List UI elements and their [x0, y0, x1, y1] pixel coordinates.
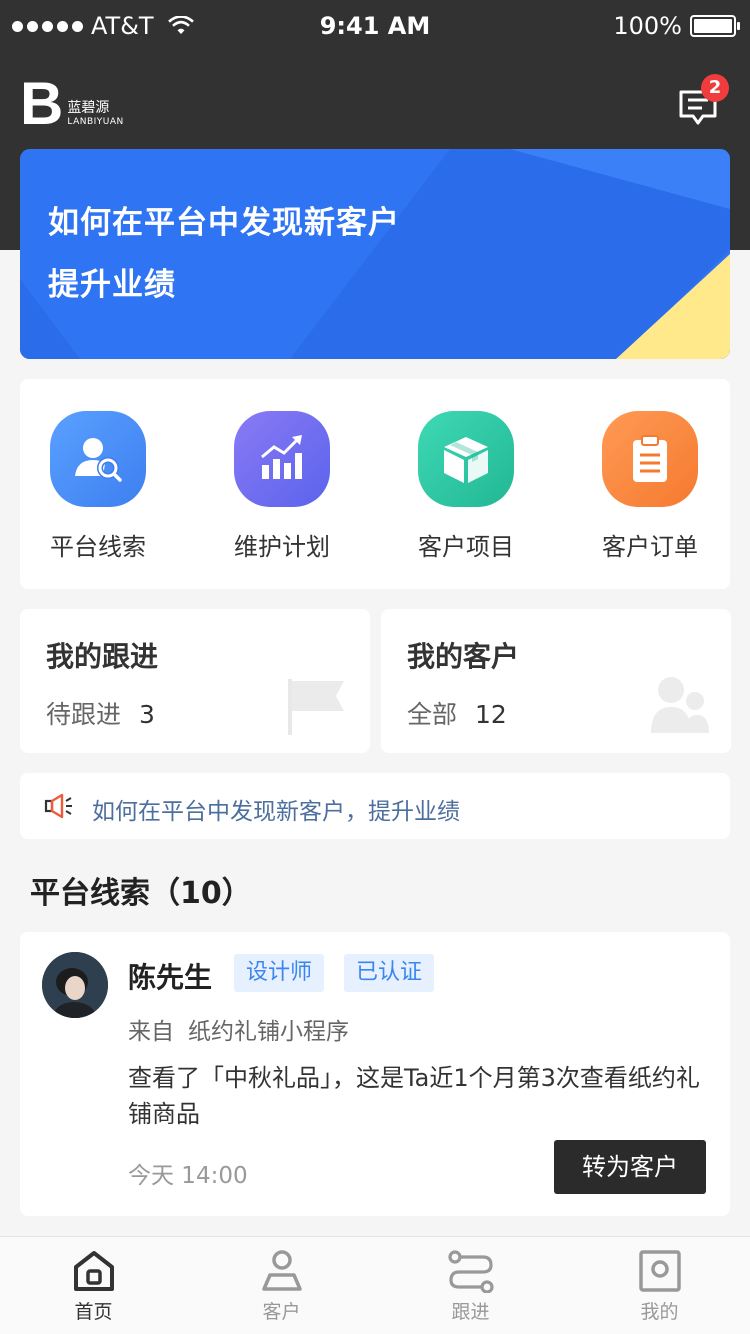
quick-label: 客户项目 — [418, 533, 514, 561]
quick-item-maintenance-plan[interactable]: 维护计划 — [202, 411, 362, 562]
tag-verified: 已认证 — [344, 954, 435, 992]
customers-all-count: 12 — [475, 700, 507, 729]
logo-letter: B — [20, 70, 64, 137]
tab-label: 客户 — [262, 1301, 301, 1323]
section-title-leads: 平台线索（10） — [30, 876, 252, 911]
quick-label: 平台线索 — [50, 533, 146, 561]
tab-bar: 首页 客户 跟进 我的 — [0, 1236, 750, 1334]
home-icon — [73, 1251, 114, 1291]
tab-customers[interactable]: 客户 — [188, 1237, 375, 1334]
lead-time: 今天 14:00 — [128, 1163, 248, 1189]
clipboard-icon — [602, 411, 698, 507]
convert-to-customer-button[interactable]: 转为客户 — [554, 1140, 706, 1194]
my-follow-card[interactable]: 我的跟进 待跟进 3 — [20, 609, 370, 753]
quick-menu: 平台线索 维护计划 客户项目 客户订单 — [20, 379, 730, 589]
lead-source: 来自 纸约礼铺小程序 — [128, 1012, 349, 1046]
box-icon — [418, 411, 514, 507]
quick-label: 客户订单 — [602, 533, 698, 561]
tab-label: 跟进 — [451, 1301, 490, 1323]
tab-follow[interactable]: 跟进 — [377, 1237, 564, 1334]
notice-bar[interactable]: 如何在平台中发现新客户，提升业绩 — [20, 773, 730, 839]
avatar — [42, 952, 108, 1018]
lead-description: 查看了「中秋礼品」，这是Ta近1个月第3次查看纸约礼铺商品 — [128, 1064, 700, 1128]
quick-item-platform-leads[interactable]: 平台线索 — [18, 411, 178, 562]
tab-profile[interactable]: 我的 — [566, 1237, 750, 1334]
promo-banner[interactable]: 如何在平台中发现新客户 提升业绩 — [20, 149, 730, 359]
follow-pending-count: 3 — [139, 700, 155, 729]
lead-source-name: 纸约礼铺小程序 — [188, 1019, 349, 1045]
tab-label: 我的 — [640, 1301, 679, 1323]
brand-logo: B 蓝碧源 LANBIYUAN — [20, 70, 124, 137]
notice-text: 如何在平台中发现新客户，提升业绩 — [92, 799, 460, 825]
banner-title-line2: 提升业绩 — [48, 267, 176, 303]
my-customers-card[interactable]: 我的客户 全部 12 — [381, 609, 731, 753]
tab-home[interactable]: 首页 — [0, 1237, 187, 1334]
lead-card[interactable]: 陈先生 设计师 已认证 来自 纸约礼铺小程序 查看了「中秋礼品」，这是Ta近1个月… — [20, 932, 730, 1216]
status-bar: AT&T 9:41 AM 100% — [0, 0, 750, 52]
quick-label: 维护计划 — [234, 533, 330, 561]
battery-percent: 100% — [613, 12, 682, 40]
customer-icon — [261, 1250, 302, 1291]
tab-label: 首页 — [74, 1301, 113, 1323]
status-right: 100% — [613, 12, 740, 40]
message-badge: 2 — [701, 74, 729, 102]
banner-title-line1: 如何在平台中发现新客户 — [48, 205, 400, 241]
speaker-icon — [44, 793, 72, 819]
battery-icon — [690, 15, 740, 37]
customers-all-label: 全部 — [407, 700, 458, 729]
customers-card-sub: 全部 12 — [407, 695, 507, 731]
follow-card-sub: 待跟进 3 — [46, 695, 155, 731]
customers-card-title: 我的客户 — [407, 640, 520, 673]
profile-icon — [638, 1250, 681, 1292]
lead-name: 陈先生 — [128, 961, 213, 994]
banner-background — [20, 149, 730, 359]
tag-designer: 设计师 — [234, 954, 325, 992]
group-icon — [651, 677, 709, 733]
quick-item-customer-projects[interactable]: 客户项目 — [386, 411, 546, 562]
logo-en: LANBIYUAN — [67, 117, 124, 127]
logo-text: 蓝碧源 LANBIYUAN — [67, 100, 123, 128]
flag-icon — [288, 679, 344, 735]
quick-item-customer-orders[interactable]: 客户订单 — [570, 411, 730, 562]
lead-source-prefix: 来自 — [128, 1019, 174, 1045]
logo-cn: 蓝碧源 — [67, 100, 110, 116]
chart-up-icon — [234, 411, 330, 507]
follow-path-icon — [447, 1250, 494, 1293]
user-search-icon — [50, 411, 146, 507]
follow-card-title: 我的跟进 — [46, 640, 159, 673]
follow-pending-label: 待跟进 — [46, 700, 122, 729]
